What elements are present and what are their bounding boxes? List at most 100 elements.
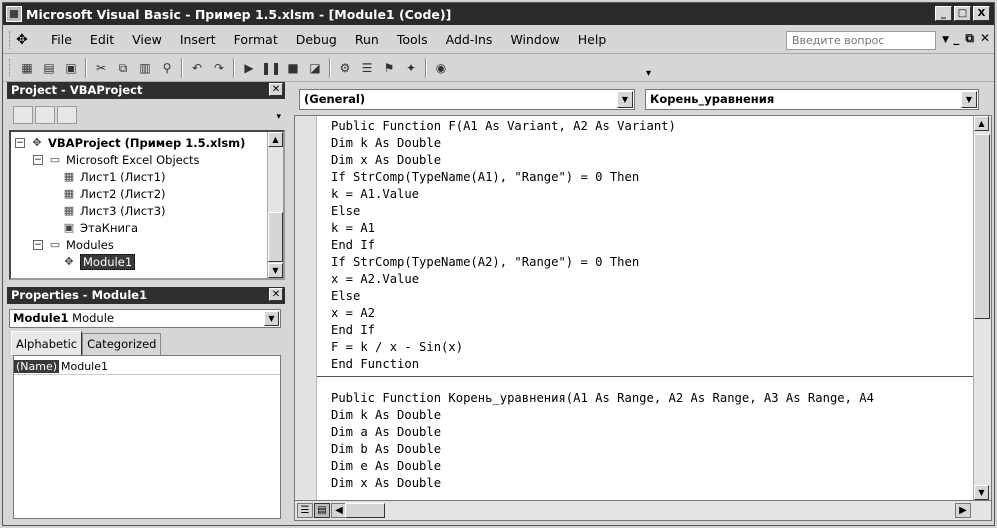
minimize-button[interactable]: _ [935, 6, 952, 21]
code-line[interactable]: Public Function F(A1 As Variant, A2 As V… [331, 118, 676, 135]
horizontal-scroll-thumb[interactable] [345, 503, 385, 518]
title-bar[interactable]: Microsoft Visual Basic - Пример 1.5.xlsm… [3, 3, 994, 25]
collapse-icon[interactable]: − [33, 239, 43, 250]
scroll-down-icon[interactable]: ▼ [974, 485, 989, 500]
view-object-icon[interactable] [35, 106, 55, 124]
code-line[interactable]: x = A2 [331, 305, 375, 322]
paste-icon[interactable]: ▥ [135, 58, 155, 78]
tree-node-thisworkbook[interactable]: ▣ ЭтаКнига [61, 219, 138, 236]
menu-addins[interactable]: Add-Ins [437, 32, 502, 47]
property-value[interactable]: Module1 [59, 360, 108, 373]
code-line[interactable]: x = A2.Value [331, 271, 419, 288]
code-line[interactable]: End If [331, 322, 375, 339]
menu-format[interactable]: Format [225, 32, 287, 47]
project-explorer-icon[interactable]: ⚙ [335, 58, 355, 78]
tree-node-excel-objects[interactable]: − ▭ Microsoft Excel Objects [33, 151, 200, 168]
code-vertical-scrollbar[interactable]: ▲ ▼ [973, 116, 991, 500]
mdi-close-button[interactable]: ✕ [980, 31, 990, 46]
reset-icon[interactable]: ■ [283, 58, 303, 78]
object-browser-icon[interactable]: ⚑ [379, 58, 399, 78]
toolbar-options-chevron-icon[interactable]: ▾ [646, 68, 651, 79]
scroll-down-icon[interactable]: ▼ [268, 263, 283, 278]
code-line[interactable]: If StrComp(TypeName(A2), "Range") = 0 Th… [331, 254, 639, 271]
code-line[interactable]: Dim x As Double [331, 475, 441, 492]
code-editor[interactable]: Public Function F(A1 As Variant, A2 As V… [294, 115, 992, 501]
code-line[interactable]: End Function [331, 356, 419, 373]
menu-edit[interactable]: Edit [81, 32, 123, 47]
view-code-icon[interactable] [13, 106, 33, 124]
ask-question-input[interactable]: Введите вопрос [786, 31, 936, 50]
project-toolbar-chevron-icon[interactable]: ▾ [276, 112, 281, 122]
code-line[interactable]: Dim e As Double [331, 458, 441, 475]
code-line[interactable]: Public Function Корень_уравнения(A1 As R… [331, 390, 874, 407]
tree-node-sheet1[interactable]: ▦ Лист1 (Лист1) [61, 168, 166, 185]
chevron-down-icon[interactable]: ▼ [961, 91, 977, 108]
ask-dropdown-icon[interactable]: ▼ [942, 35, 949, 45]
scroll-up-icon[interactable]: ▲ [974, 116, 989, 131]
code-line[interactable]: k = A1 [331, 220, 375, 237]
project-tree-scrollbar[interactable]: ▲ ▼ [267, 132, 283, 278]
code-line[interactable]: Dim k As Double [331, 407, 441, 424]
properties-object-select[interactable]: Module1 Module ▼ [9, 309, 281, 328]
vba-menu-icon[interactable]: ✥ [16, 32, 34, 48]
chevron-down-icon[interactable]: ▼ [617, 91, 633, 108]
menu-grip[interactable] [9, 30, 12, 49]
vba-app-icon[interactable] [6, 6, 22, 22]
project-panel-title[interactable]: Project - VBAProject ✕ [7, 82, 285, 99]
menu-file[interactable]: File [42, 32, 81, 47]
code-line[interactable]: Dim x As Double [331, 152, 441, 169]
find-icon[interactable]: ⚲ [157, 58, 177, 78]
redo-icon[interactable]: ↷ [209, 58, 229, 78]
insert-module-icon[interactable]: ▤ [39, 58, 59, 78]
menu-tools[interactable]: Tools [388, 32, 437, 47]
mdi-minimize-button[interactable]: _ [953, 31, 959, 46]
menu-window[interactable]: Window [501, 32, 568, 47]
menu-insert[interactable]: Insert [171, 32, 225, 47]
design-mode-icon[interactable]: ◪ [305, 58, 325, 78]
view-excel-icon[interactable]: ▦ [17, 58, 37, 78]
collapse-icon[interactable]: − [15, 137, 25, 148]
margin-indicator-bar[interactable] [295, 116, 317, 500]
tree-node-vbaproject[interactable]: − ✥ VBAProject (Пример 1.5.xlsm) [15, 134, 245, 151]
help-icon[interactable]: ◉ [431, 58, 451, 78]
tab-alphabetic[interactable]: Alphabetic [11, 331, 83, 355]
object-combo[interactable]: (General) ▼ [299, 89, 635, 110]
code-line[interactable]: F = k / x - Sin(x) [331, 339, 463, 356]
toolbar-grip[interactable] [9, 59, 12, 77]
scroll-thumb[interactable] [268, 212, 283, 262]
chevron-down-icon[interactable]: ▼ [264, 311, 279, 326]
full-module-view-icon[interactable]: ▤ [314, 503, 330, 518]
collapse-icon[interactable]: − [33, 154, 43, 165]
scroll-up-icon[interactable]: ▲ [268, 132, 283, 147]
code-line[interactable]: Dim b As Double [331, 441, 441, 458]
procedure-combo[interactable]: Корень_уравнения ▼ [645, 89, 979, 110]
code-line[interactable]: Else [331, 203, 360, 220]
menu-run[interactable]: Run [346, 32, 388, 47]
project-panel-close-button[interactable]: ✕ [269, 83, 283, 96]
tree-node-sheet3[interactable]: ▦ Лист3 (Лист3) [61, 202, 166, 219]
properties-panel-close-button[interactable]: ✕ [269, 288, 283, 301]
property-row[interactable]: (Name) Module1 [14, 358, 280, 375]
code-line[interactable]: k = A1.Value [331, 186, 419, 203]
code-line[interactable]: End If [331, 237, 375, 254]
toggle-folders-icon[interactable] [57, 106, 77, 124]
menu-help[interactable]: Help [569, 32, 616, 47]
properties-window-icon[interactable]: ☰ [357, 58, 377, 78]
save-icon[interactable]: ▣ [61, 58, 81, 78]
tree-node-sheet2[interactable]: ▦ Лист2 (Лист2) [61, 185, 166, 202]
close-button[interactable]: X [973, 6, 990, 21]
code-line[interactable]: If StrComp(TypeName(A1), "Range") = 0 Th… [331, 169, 639, 186]
code-line[interactable]: Dim a As Double [331, 424, 441, 441]
code-line[interactable]: Else [331, 288, 360, 305]
maximize-button[interactable]: □ [954, 6, 971, 21]
scroll-thumb[interactable] [974, 134, 990, 319]
run-icon[interactable]: ▶ [239, 58, 259, 78]
toolbox-icon[interactable]: ✦ [401, 58, 421, 78]
copy-icon[interactable]: ⧉ [113, 58, 133, 78]
menu-view[interactable]: View [123, 32, 171, 47]
tree-node-modules[interactable]: − ▭ Modules [33, 236, 114, 253]
cut-icon[interactable]: ✂ [91, 58, 111, 78]
properties-panel-title[interactable]: Properties - Module1 ✕ [7, 287, 285, 304]
scroll-right-icon[interactable]: ▶ [955, 503, 971, 518]
menu-debug[interactable]: Debug [287, 32, 346, 47]
